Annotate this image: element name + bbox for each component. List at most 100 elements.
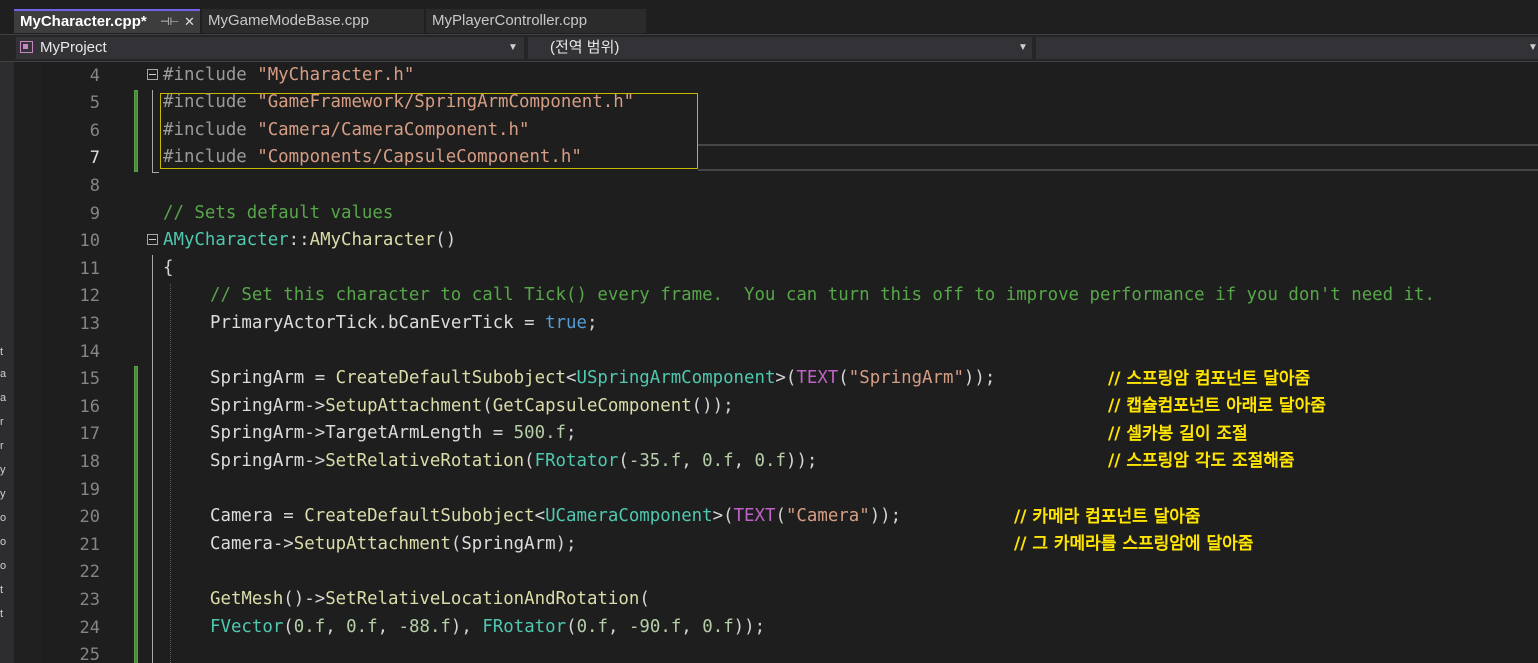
number-literal: 500.f (513, 423, 567, 443)
function-name: AMyCharacter (309, 230, 436, 250)
type-name: FRotator (534, 451, 619, 471)
punctuation: ( (838, 368, 849, 388)
preprocessor: #include (163, 65, 258, 85)
panel-fragment: t (0, 584, 4, 596)
code-line-5: #include "GameFramework/SpringArmCompone… (163, 89, 634, 116)
document-tab-bar: MyCharacter.cpp* ⊣⊢ ✕ MyGameModeBase.cpp… (0, 0, 1538, 34)
panel-fragment: o (0, 512, 7, 524)
annotation-comment: // 스프링암 컴포넌트 달아줌 (1108, 369, 1311, 389)
pin-icon[interactable]: ⊣⊢ (160, 11, 179, 33)
identifier: SpringArm (210, 368, 305, 388)
project-dropdown[interactable]: MyProject ▼ (16, 37, 524, 59)
macro: TEXT (733, 506, 776, 526)
string-literal: "Components/CapsuleComponent.h" (257, 147, 582, 167)
punctuation: ( (450, 534, 462, 554)
project-icon (20, 41, 33, 53)
comment: // Set this character to call Tick() eve… (210, 285, 1435, 305)
punctuation: , (681, 451, 703, 471)
function-name: SetupAttachment (293, 534, 451, 554)
type-name: USpringArmComponent (576, 368, 776, 388)
punctuation: ( (618, 451, 629, 471)
string-literal: "SpringArm" (848, 368, 964, 388)
operator: -> (304, 423, 326, 443)
tab-mygamemodebase-cpp[interactable]: MyGameModeBase.cpp (202, 9, 424, 33)
code-line-24: FVector(0.f, 0.f, -88.f), FRotator(0.f, … (210, 614, 765, 641)
code-line-15: SpringArm = CreateDefaultSubobject<USpri… (210, 365, 995, 392)
panel-fragment: r (0, 440, 4, 452)
close-icon[interactable]: ✕ (184, 11, 195, 33)
comment: // Sets default values (163, 203, 394, 223)
keyword: true (545, 313, 587, 333)
code-line-12: // Set this character to call Tick() eve… (210, 282, 1435, 309)
number-literal: 0.f (702, 451, 734, 471)
type-name: UCameraComponent (545, 506, 713, 526)
code-line-17: SpringArm->TargetArmLength = 500.f; (210, 420, 577, 447)
string-literal: "GameFramework/SpringArmComponent.h" (257, 92, 635, 112)
type-name: FRotator (482, 617, 567, 637)
code-line-9: // Sets default values (163, 200, 393, 227)
panel-fragment: t (0, 608, 4, 620)
number-literal: 0.f (346, 617, 378, 637)
punctuation: , (733, 451, 755, 471)
operator: -> (272, 534, 294, 554)
operator: -> (304, 451, 326, 471)
punctuation: ), (450, 617, 483, 637)
punctuation: , (325, 617, 347, 637)
side-panel-edge: t a a r r y y o o o t t (0, 62, 14, 663)
identifier: bCanEverTick (388, 313, 514, 333)
operator: = (272, 506, 305, 526)
punctuation: >( (775, 368, 797, 388)
annotation-comment: // 스프링암 각도 조절해줌 (1108, 451, 1295, 471)
function-name: SetRelativeRotation (325, 451, 525, 471)
identifier: Camera (210, 534, 273, 554)
annotation-comment: // 그 카메라를 스프링암에 달아줌 (1014, 534, 1254, 554)
punctuation: ( (524, 451, 535, 471)
preprocessor: #include (163, 120, 258, 140)
code-line-18: SpringArm->SetRelativeRotation(FRotator(… (210, 448, 817, 475)
punctuation: ( (482, 396, 493, 416)
preprocessor: #include (163, 92, 258, 112)
code-lines: #include "MyCharacter.h" #include "GameF… (42, 62, 1538, 663)
punctuation: , (681, 617, 703, 637)
punctuation: ); (555, 534, 577, 554)
punctuation: )); (733, 617, 766, 637)
tab-myplayercontroller-cpp[interactable]: MyPlayerController.cpp (426, 9, 646, 33)
type-name: AMyCharacter (163, 230, 289, 250)
punctuation: ( (283, 617, 294, 637)
code-line-10: AMyCharacter::AMyCharacter() (163, 227, 456, 254)
chevron-down-icon: ▼ (1528, 42, 1538, 53)
code-line-13: PrimaryActorTick.bCanEverTick = true; (210, 310, 597, 337)
function-name: GetCapsuleComponent (492, 396, 692, 416)
scope-dropdown[interactable]: (전역 범위) ▼ (528, 37, 1032, 59)
annotation-comment: // 셀카봉 길이 조절 (1108, 424, 1248, 444)
code-line-11: { (163, 255, 173, 282)
project-name: MyProject (40, 39, 107, 56)
macro: TEXT (796, 368, 839, 388)
panel-fragment: t (0, 346, 4, 358)
identifier: SpringArm (210, 396, 305, 416)
identifier: PrimaryActorTick (210, 313, 378, 333)
punctuation: )); (963, 368, 996, 388)
function-name: SetRelativeLocationAndRotation (325, 589, 640, 609)
function-name: SetupAttachment (325, 396, 483, 416)
number-literal: 0.f (754, 451, 786, 471)
identifier: TargetArmLength (325, 423, 483, 443)
panel-fragment: a (0, 368, 7, 380)
annotation-comment: // 캡슐컴포넌트 아래로 달아줌 (1108, 396, 1326, 416)
number-literal: -88.f (398, 617, 451, 637)
member-dropdown[interactable]: ▼ (1036, 37, 1538, 59)
code-line-16: SpringArm->SetupAttachment(GetCapsuleCom… (210, 393, 734, 420)
operator: = (304, 368, 336, 388)
identifier: SpringArm (210, 451, 305, 471)
operator: :: (288, 230, 310, 250)
panel-fragment: o (0, 560, 7, 572)
chevron-down-icon: ▼ (508, 42, 518, 53)
function-name: CreateDefaultSubobject (335, 368, 566, 388)
tab-mycharacter-cpp[interactable]: MyCharacter.cpp* ⊣⊢ ✕ (14, 9, 200, 33)
code-line-20: Camera = CreateDefaultSubobject<UCameraC… (210, 503, 901, 530)
punctuation: ; (566, 423, 577, 443)
preprocessor: #include (163, 147, 258, 167)
punctuation: ( (566, 617, 577, 637)
identifier: SpringArm (210, 423, 305, 443)
code-editor[interactable]: 4 5 6 7 8 9 10 11 12 13 14 15 16 17 18 1… (42, 62, 1538, 663)
